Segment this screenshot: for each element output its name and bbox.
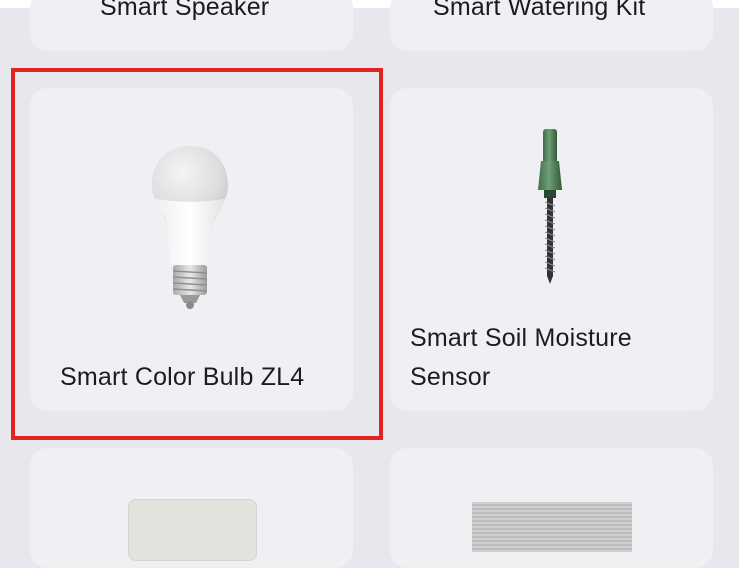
selection-highlight: [11, 68, 383, 440]
device-card-label: Smart Watering Kit: [433, 0, 646, 21]
soil-sensor-icon: [538, 129, 562, 284]
device-image-grille-icon: [472, 502, 632, 552]
device-card-smart-watering-kit[interactable]: Smart Watering Kit: [390, 0, 713, 51]
device-card-smart-speaker[interactable]: Smart Speaker: [30, 0, 353, 51]
device-card-label-line2: Sensor: [410, 363, 491, 391]
device-card-label-line1: Smart Soil Moisture: [410, 324, 632, 352]
device-card-label: Smart Speaker: [100, 0, 270, 21]
device-image-panel-icon: [128, 499, 257, 561]
device-card-smart-soil-moisture-sensor[interactable]: Smart Soil Moisture Sensor: [390, 88, 713, 411]
device-card[interactable]: [390, 448, 713, 568]
device-card[interactable]: [30, 448, 353, 568]
